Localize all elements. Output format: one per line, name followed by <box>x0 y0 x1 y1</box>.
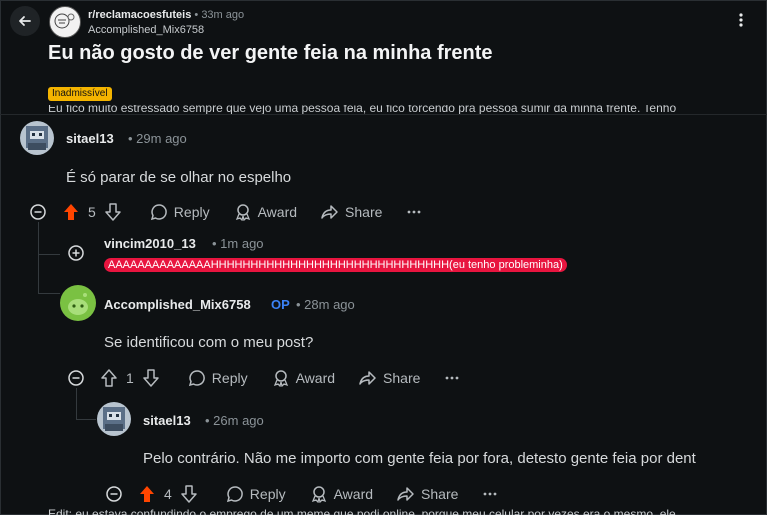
vote-score: 4 <box>164 486 172 502</box>
thread-branch <box>38 293 60 294</box>
reply-button[interactable]: Reply <box>150 203 210 221</box>
user-avatar-icon <box>26 126 48 150</box>
vote-score: 1 <box>126 370 134 386</box>
comment-time: • 28m ago <box>296 297 355 312</box>
upvote-icon[interactable] <box>138 485 156 503</box>
vote-group: 5 <box>62 203 122 221</box>
upvote-icon[interactable] <box>62 203 80 221</box>
snoo-avatar-icon <box>68 293 88 315</box>
share-button[interactable]: Share <box>321 203 382 221</box>
minus-circle-icon <box>68 370 84 386</box>
award-icon <box>273 370 288 387</box>
share-icon <box>359 371 376 385</box>
post-flair[interactable]: Inadmissível <box>48 87 112 101</box>
award-label: Award <box>333 486 374 502</box>
more-button[interactable] <box>444 370 460 386</box>
award-icon <box>311 486 326 503</box>
divider <box>0 114 767 115</box>
upvote-icon[interactable] <box>100 369 118 387</box>
reply-button[interactable]: Reply <box>226 485 286 503</box>
award-label: Award <box>295 370 336 386</box>
minus-circle-icon <box>30 204 46 220</box>
comment-username[interactable]: vincim2010_13 <box>104 236 196 251</box>
post-body-cut: Eu fico muito estressado sempre que vejo… <box>48 105 748 114</box>
share-button[interactable]: Share <box>397 485 458 503</box>
ellipsis-icon <box>483 492 497 496</box>
comment-text: AAAAAAAAAAAAAAHHHHHHHHHHHHHHHHHHHHHHHHHH… <box>104 258 567 272</box>
share-button[interactable]: Share <box>359 369 420 387</box>
avatar[interactable] <box>60 285 96 321</box>
collapse-button[interactable] <box>106 486 122 502</box>
speech-bubble-icon <box>226 486 243 503</box>
ellipsis-icon <box>445 376 459 380</box>
comment-time: • 1m ago <box>212 236 264 251</box>
vote-group: 1 <box>100 369 160 387</box>
comment-username[interactable]: Accomplished_Mix6758 <box>104 297 251 312</box>
comment-text-clip: Pelo contrário. Não me importo com gente… <box>143 450 755 468</box>
subreddit-avatar[interactable] <box>49 6 81 38</box>
comment-text: Se identificou com o meu post? <box>104 334 314 351</box>
subreddit-header[interactable]: r/reclamacoesfuteis • 33m ago <box>88 9 244 21</box>
comment-username[interactable]: sitael13 <box>143 413 191 428</box>
reply-label: Reply <box>173 204 210 220</box>
vote-group: 4 <box>138 485 198 503</box>
share-label: Share <box>421 486 459 502</box>
share-label: Share <box>345 204 383 220</box>
downvote-icon[interactable] <box>142 369 160 387</box>
award-button[interactable]: Award <box>272 369 335 387</box>
footer-cut: Edit: eu estava confundindo o emprego de… <box>48 507 748 515</box>
minus-circle-icon <box>106 486 122 502</box>
reply-button[interactable]: Reply <box>188 369 248 387</box>
post-title: Eu não gosto de ver gente feia na minha … <box>48 42 493 64</box>
award-label: Award <box>257 204 298 220</box>
post-body-text: Eu fico muito estressado sempre que vejo… <box>48 105 677 114</box>
arrow-left-icon <box>19 16 31 26</box>
comment-username[interactable]: sitael13 <box>66 131 114 146</box>
post-author[interactable]: Accomplished_Mix6758 <box>88 24 204 36</box>
thread-line[interactable] <box>76 388 77 420</box>
comment-time: • 26m ago <box>205 413 264 428</box>
thread-branch <box>38 254 60 255</box>
collapse-button[interactable] <box>68 370 84 386</box>
speech-bubble-icon <box>150 204 167 221</box>
thread-branch <box>76 419 96 420</box>
comment-text: Pelo contrário. Não me importo com gente… <box>143 450 696 467</box>
downvote-icon[interactable] <box>180 485 198 503</box>
kebab-menu-icon <box>739 13 743 27</box>
reply-label: Reply <box>211 370 248 386</box>
comment-actions: 4 Reply Award Share <box>106 484 522 504</box>
more-button[interactable] <box>482 486 498 502</box>
reply-label: Reply <box>249 486 286 502</box>
share-label: Share <box>383 370 421 386</box>
vote-score: 5 <box>88 204 96 220</box>
collapse-button[interactable] <box>30 204 46 220</box>
downvote-icon[interactable] <box>104 203 122 221</box>
award-button[interactable]: Award <box>310 485 373 503</box>
footer-text: Edit: eu estava confundindo o emprego de… <box>48 507 676 515</box>
comment-actions: 1 Reply Award Share <box>68 368 484 388</box>
share-icon <box>397 487 414 501</box>
comment-text: É só parar de se olhar no espelho <box>66 169 292 186</box>
ellipsis-icon <box>407 210 421 214</box>
user-avatar-icon <box>103 407 125 431</box>
plus-circle-icon <box>68 245 84 261</box>
subreddit-name[interactable]: r/reclamacoesfuteis <box>88 9 191 21</box>
thread-line[interactable] <box>38 222 39 294</box>
subreddit-logo-icon <box>54 13 75 29</box>
share-icon <box>321 205 338 219</box>
avatar[interactable] <box>20 121 54 155</box>
post-time: • 33m ago <box>194 9 245 21</box>
avatar[interactable] <box>97 402 131 436</box>
speech-bubble-icon <box>188 370 205 387</box>
back-button[interactable] <box>10 6 40 36</box>
award-button[interactable]: Award <box>234 203 297 221</box>
expand-button[interactable] <box>68 245 84 266</box>
more-button[interactable] <box>406 204 422 220</box>
comment-time: • 29m ago <box>128 131 187 146</box>
more-options-button[interactable] <box>733 12 749 28</box>
op-label: OP <box>271 297 290 312</box>
award-icon <box>235 204 250 221</box>
comment-actions: 5 Reply Award Share <box>30 202 446 222</box>
op-badge: OP <box>271 297 290 312</box>
